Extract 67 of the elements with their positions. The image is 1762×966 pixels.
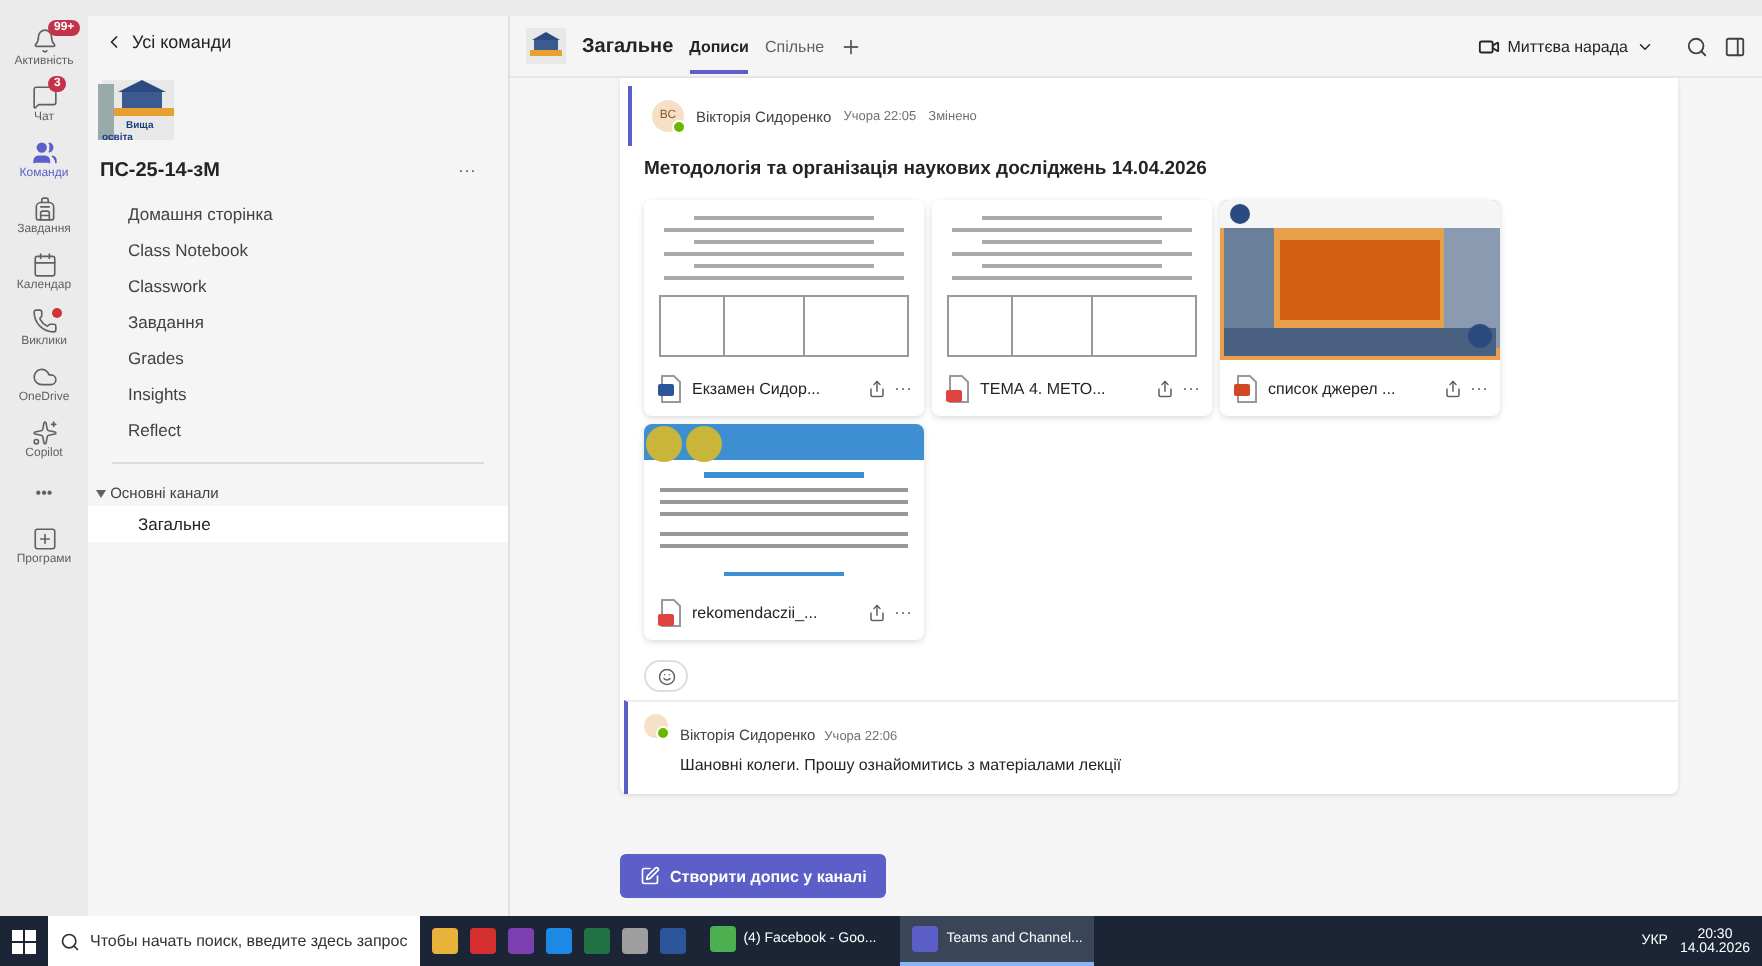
more-button[interactable]: ···	[1182, 378, 1200, 398]
nav-item[interactable]: Завдання	[88, 306, 508, 342]
more-button[interactable]: ···	[894, 602, 912, 622]
compose-icon	[640, 866, 660, 886]
nav-item[interactable]: Class Notebook	[88, 234, 508, 270]
file-name: список джерел ...	[1268, 379, 1398, 397]
backpack-icon	[31, 196, 57, 222]
app-icon	[912, 926, 939, 952]
channel-title: Загальне	[582, 35, 674, 57]
tab[interactable]: Спільне	[764, 19, 825, 73]
channel-item[interactable]: Загальне	[88, 506, 508, 542]
nav-item[interactable]: Grades	[88, 342, 508, 378]
app-icon[interactable]	[431, 928, 458, 954]
cloud-icon	[31, 364, 57, 390]
team-logo	[526, 28, 566, 64]
powerpoint-icon	[1232, 373, 1260, 403]
file-card[interactable]: rekomendaczii_... ···	[644, 424, 924, 640]
caret-icon	[96, 490, 106, 498]
meet-button[interactable]: Миттєва нарада	[1477, 35, 1654, 57]
search-icon[interactable]	[1686, 35, 1708, 57]
word-icon	[656, 373, 684, 403]
more-button[interactable]: ···	[894, 378, 912, 398]
panel-icon[interactable]	[1724, 35, 1746, 57]
add-tab-icon[interactable]	[840, 35, 863, 57]
calendar-icon	[31, 252, 57, 278]
nav-item[interactable]: Classwork	[88, 270, 508, 306]
reaction-button[interactable]	[644, 660, 688, 692]
file-name: ТЕМА 4. МЕТО...	[980, 379, 1108, 397]
pdf-icon	[656, 597, 684, 627]
share-icon[interactable]	[868, 603, 886, 621]
pdf-icon	[944, 373, 972, 403]
taskbar-search[interactable]: Чтобы начать поиск, введите здесь запрос	[48, 916, 420, 966]
file-name: rekomendaczii_...	[692, 603, 820, 621]
windows-icon[interactable]	[12, 929, 36, 953]
back-link[interactable]: Усі команди	[0, 32, 508, 52]
nav-item[interactable]: Reflect	[88, 414, 508, 450]
team-name: ПС-25-14-зМ	[100, 160, 220, 182]
app-icon[interactable]	[621, 928, 648, 954]
file-name: Екзамен Сидор...	[692, 379, 823, 397]
tab[interactable]: Дописи	[689, 19, 749, 73]
online-dot	[656, 726, 670, 740]
file-card[interactable]: Екзамен Сидор... ···	[644, 200, 924, 416]
people-icon	[31, 140, 57, 166]
nav-item[interactable]: Insights	[88, 378, 508, 414]
plus-square-icon	[31, 526, 57, 552]
app-icon[interactable]	[545, 928, 572, 954]
share-icon[interactable]	[868, 379, 886, 397]
more-button[interactable]: ···	[1470, 378, 1488, 398]
app-icon	[709, 926, 736, 952]
share-icon[interactable]	[1156, 379, 1174, 397]
bell-icon	[31, 28, 57, 54]
post-title: Методологія та організація наукових досліджень 14.04.2026	[642, 156, 1209, 184]
phone-icon	[31, 308, 57, 334]
video-icon	[1477, 35, 1500, 57]
more-button[interactable]: •••	[35, 484, 53, 502]
nav-item[interactable]: Домашня сторінка	[88, 198, 508, 234]
sparkle-icon	[31, 420, 57, 446]
share-icon[interactable]	[1444, 379, 1462, 397]
message-text: Шановні колеги. Прошу ознайомитись з матеріалами лекції	[680, 756, 1122, 774]
search-icon	[60, 931, 80, 951]
new-post-button[interactable]: Створити допис у каналі	[620, 854, 887, 898]
online-dot	[672, 120, 686, 134]
smile-icon	[657, 667, 675, 685]
file-card[interactable]: список джерел ... ···	[1220, 200, 1500, 416]
file-card[interactable]: ТЕМА 4. МЕТО... ···	[932, 200, 1212, 416]
chat-icon	[31, 84, 57, 110]
more-button[interactable]: ···	[458, 160, 476, 182]
